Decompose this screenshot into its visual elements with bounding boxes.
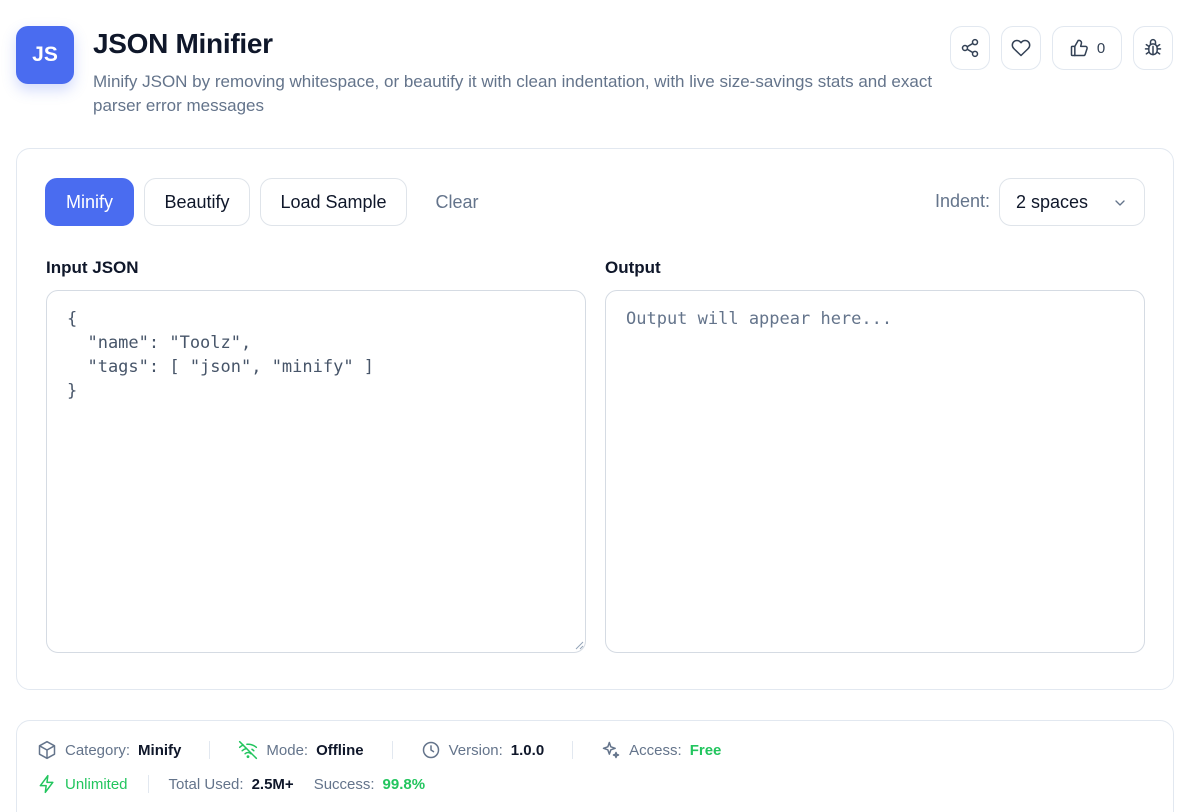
load-sample-button[interactable]: Load Sample [260, 178, 407, 226]
mode-info: Mode: Offline [238, 740, 364, 760]
mode-value: Offline [316, 741, 364, 759]
clock-icon [422, 741, 439, 759]
resize-handle-icon[interactable] [574, 640, 584, 650]
tool-header: JS JSON Minifier Minify JSON by removing… [16, 26, 1184, 126]
sparkles-icon [602, 741, 620, 759]
like-button[interactable]: 0 [1052, 26, 1122, 70]
category-info: Category: Minify [37, 740, 181, 760]
access-label: Access: [629, 741, 682, 759]
category-value: Minify [138, 741, 182, 759]
page-title: JSON Minifier [93, 28, 273, 59]
version-info: Version: 1.0.0 [421, 740, 545, 760]
share-button[interactable] [950, 26, 990, 70]
clear-button[interactable]: Clear [417, 178, 497, 226]
like-count: 0 [1096, 39, 1106, 57]
success-value: 99.8% [382, 775, 426, 793]
box-icon [38, 740, 56, 760]
version-value: 1.0.0 [510, 741, 545, 759]
access-value: Free [689, 741, 722, 759]
success-label: Success: [313, 775, 375, 793]
indent-label: Indent: [934, 191, 990, 211]
divider [147, 775, 149, 793]
report-bug-button[interactable] [1133, 26, 1173, 70]
page-subtitle: Minify JSON by removing whitespace, or b… [93, 72, 933, 115]
divider [572, 741, 574, 759]
lightning-icon [39, 774, 54, 794]
wifi-off-icon [239, 740, 258, 760]
version-label: Version: [448, 741, 503, 759]
minify-button[interactable]: Minify [45, 178, 134, 226]
unlimited-info: Unlimited [37, 774, 128, 794]
tool-card: Minify Beautify Load Sample Clear Indent… [16, 148, 1174, 690]
total-used-value: 2.5M+ [251, 775, 294, 793]
tool-info-footer: Category: Minify Mode: Offline Version: … [16, 720, 1174, 812]
indent-select[interactable]: 2 spaces [999, 178, 1145, 226]
category-label: Category: [65, 741, 131, 759]
output-label: Output [605, 258, 661, 277]
divider [391, 741, 393, 759]
favorite-button[interactable] [1001, 26, 1041, 70]
logo-text: JS [32, 43, 58, 66]
input-textarea[interactable]: { "name": "Toolz", "tags": [ "json", "mi… [46, 290, 586, 653]
output-textarea[interactable]: Output will appear here... [605, 290, 1145, 653]
thumbs-up-icon [1070, 39, 1088, 57]
beautify-button[interactable]: Beautify [144, 178, 250, 226]
total-used-label: Total Used: [168, 775, 244, 793]
access-info: Access: Free [601, 740, 721, 760]
heart-icon [1011, 39, 1031, 57]
share-icon [961, 38, 979, 58]
meta-row-secondary: Unlimited Total Used: 2.5M+ Success: 99.… [37, 774, 425, 794]
total-used-info: Total Used: 2.5M+ [169, 776, 294, 793]
indent-select-value: 2 spaces [1016, 191, 1089, 212]
success-info: Success: 99.8% [314, 776, 425, 793]
bug-icon [1144, 38, 1162, 56]
chevron-down-icon [1115, 200, 1125, 206]
unlimited-label: Unlimited [65, 775, 128, 793]
input-label: Input JSON [46, 258, 139, 277]
mode-label: Mode: [266, 741, 309, 759]
divider [209, 741, 211, 759]
toolbar: Minify Beautify Load Sample Clear Indent… [45, 178, 1145, 226]
tool-logo: JS [16, 26, 74, 84]
meta-row-primary: Category: Minify Mode: Offline Version: … [37, 740, 721, 760]
